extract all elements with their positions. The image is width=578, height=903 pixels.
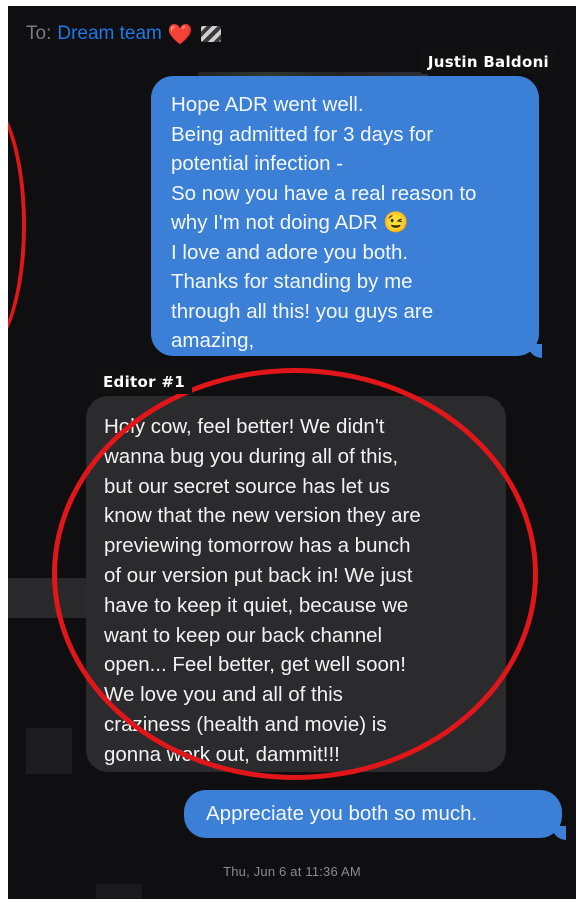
conversation-header[interactable]: To: Dream team ❤️ bbox=[26, 20, 221, 48]
cropped-element bbox=[96, 884, 142, 899]
avatar bbox=[26, 728, 72, 774]
annotation-circle-editor bbox=[52, 368, 538, 780]
bubble-tail bbox=[552, 826, 566, 840]
messages-screen: To: Dream team ❤️ Hope ADR went well. Be… bbox=[8, 6, 576, 899]
message-line: Hope ADR went well. bbox=[171, 93, 364, 116]
clapperboard-icon bbox=[200, 26, 221, 42]
message-line: why I'm not doing ADR 😉 bbox=[171, 211, 409, 234]
sender-tag-editor: Editor #1 bbox=[96, 370, 192, 394]
message-line: amazing, bbox=[171, 329, 255, 352]
message-line: Thanks for standing by me bbox=[171, 270, 413, 293]
to-label: To: bbox=[26, 23, 52, 44]
message-line: I love and adore you both. bbox=[171, 240, 409, 264]
group-name[interactable]: Dream team bbox=[57, 23, 162, 45]
message-line: through all this! you guys are bbox=[171, 299, 434, 323]
heart-emoji: ❤️ bbox=[167, 23, 193, 46]
annotation-circle-left bbox=[8, 96, 26, 354]
message-bubble-outgoing-2[interactable]: Appreciate you both so much. bbox=[184, 790, 562, 838]
message-line: Being admitted for 3 days for bbox=[171, 122, 434, 146]
message-line: potential infection - bbox=[171, 152, 344, 175]
message-line: So now you have a real reason to bbox=[171, 181, 477, 205]
bubble-tail bbox=[528, 344, 542, 358]
sender-tag-justin: Justin Baldoni bbox=[420, 50, 556, 74]
message-timestamp: Thu, Jun 6 at 11:36 AM bbox=[223, 864, 361, 879]
message-bubble-outgoing-1[interactable]: Hope ADR went well. Being admitted for 3… bbox=[151, 76, 539, 356]
